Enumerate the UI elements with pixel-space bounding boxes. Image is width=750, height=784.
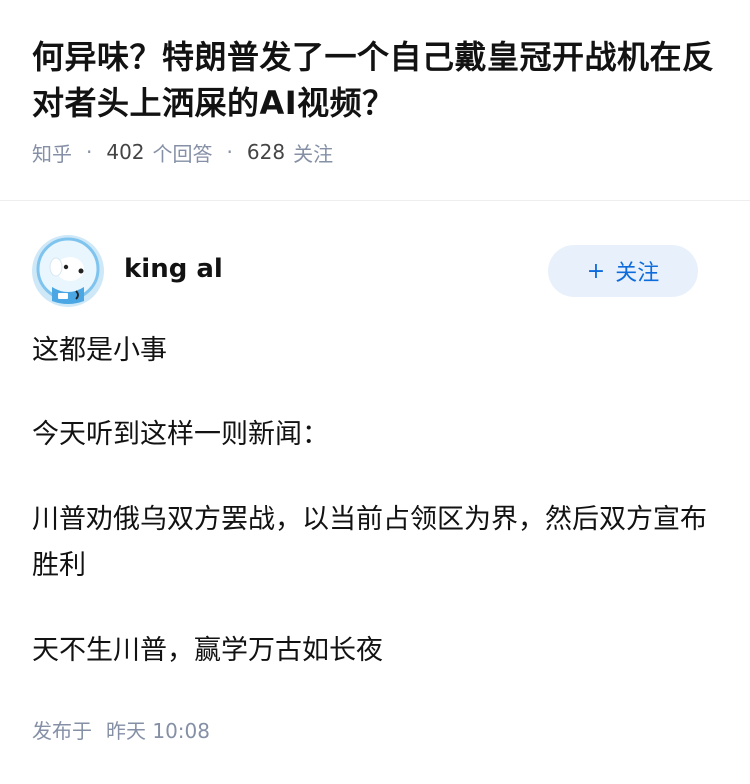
answers-count: 402 xyxy=(106,140,145,164)
publish-info: 发布于 昨天 10:08 xyxy=(32,715,718,744)
separator-dot: · xyxy=(86,140,93,164)
publish-time: 昨天 10:08 xyxy=(106,719,210,743)
follow-button[interactable]: + 关注 xyxy=(548,245,698,297)
answer-card: king al + 关注 这都是小事 今天听到这样一则新闻： 川普劝俄乌双方罢战… xyxy=(0,201,750,744)
question-header: 何异味？特朗普发了一个自己戴皇冠开战机在反对者头上洒屎的AI视频？ 知乎 · 4… xyxy=(0,0,750,166)
answer-paragraph: 这都是小事 xyxy=(32,335,167,366)
answers-label[interactable]: 个回答 xyxy=(153,138,213,167)
cartoon-dog-avatar-icon xyxy=(32,235,104,307)
followers-count: 628 xyxy=(246,140,286,164)
answer-content: 这都是小事 今天听到这样一则新闻： 川普劝俄乌双方罢战，以当前占领区为界，然后双… xyxy=(32,329,718,673)
source-label[interactable]: 知乎 xyxy=(32,138,72,167)
publish-label: 发布于 xyxy=(32,719,92,743)
author-name[interactable]: king al xyxy=(124,254,223,284)
followers-label[interactable]: 关注 xyxy=(293,138,333,167)
plus-icon: + xyxy=(586,258,606,284)
avatar[interactable] xyxy=(32,235,104,307)
author-row: king al + 关注 xyxy=(32,235,718,307)
separator-dot: · xyxy=(226,140,233,164)
question-meta: 知乎 · 402 个回答 · 628 关注 xyxy=(32,138,718,166)
answer-paragraph: 天不生川普，赢学万古如长夜 xyxy=(32,635,383,666)
answer-paragraph: 今天听到这样一则新闻： xyxy=(32,419,329,450)
answer-paragraph: 川普劝俄乌双方罢战，以当前占领区为界，然后双方宣布胜利 xyxy=(32,504,707,581)
question-title[interactable]: 何异味？特朗普发了一个自己戴皇冠开战机在反对者头上洒屎的AI视频？ xyxy=(32,34,718,126)
follow-button-label: 关注 xyxy=(615,261,660,286)
